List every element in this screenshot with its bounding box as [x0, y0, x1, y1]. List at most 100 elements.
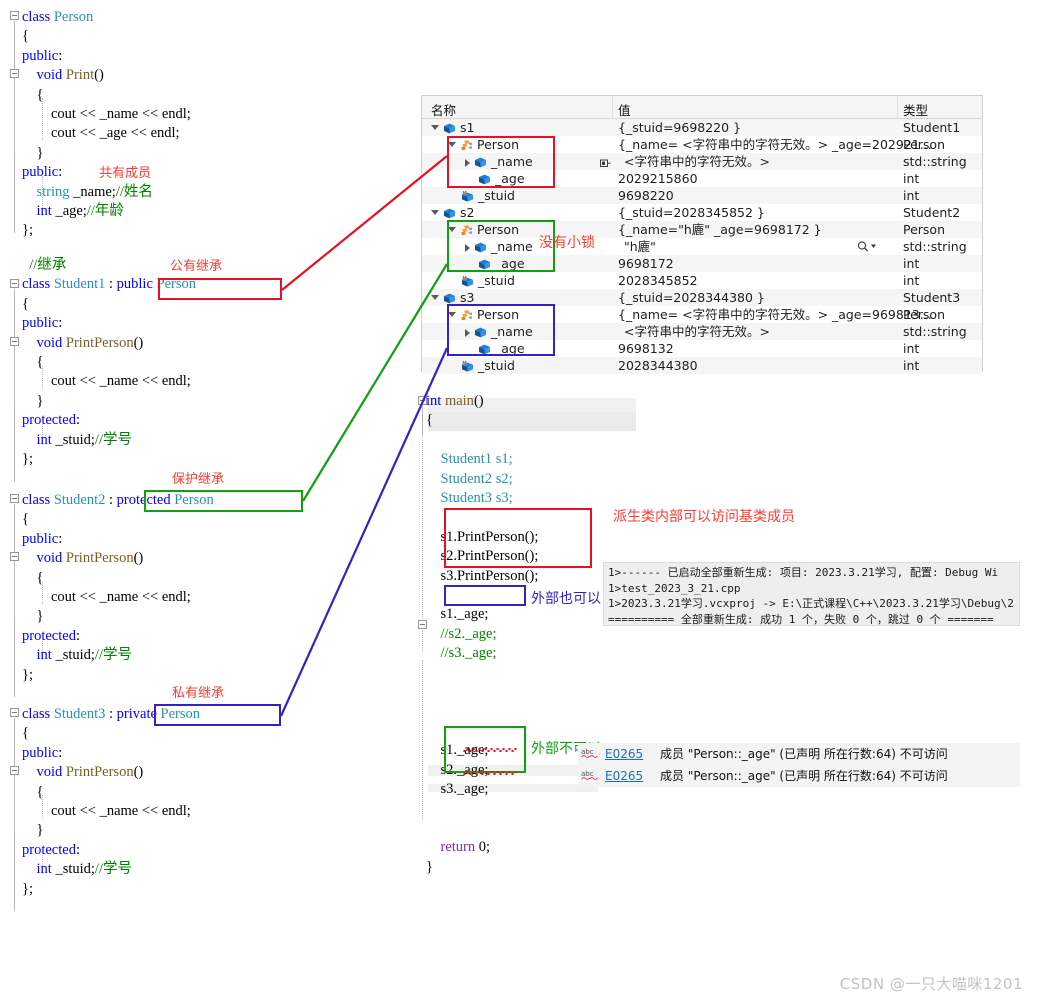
watch-row[interactable]: s2 {_stuid=2028345852 } Student2	[422, 204, 982, 221]
code-line: //s3._age;	[426, 644, 538, 663]
watch-row-name-cell[interactable]: s2	[431, 204, 474, 221]
watch-row-value-cell[interactable]: {_name="h廘" _age=9698172 }	[618, 221, 822, 238]
collapse-toggle-student3[interactable]	[10, 708, 19, 717]
watch-row[interactable]: _stuid 2028345852 int	[422, 272, 982, 289]
code-token: //姓名	[115, 183, 153, 200]
collapse-toggle-person[interactable]	[10, 11, 19, 20]
watch-row-value-cell[interactable]: 9698172	[618, 255, 674, 272]
code-line: cout << _age << endl;	[22, 124, 191, 143]
scope-line-tail	[422, 660, 423, 820]
watch-row[interactable]: _stuid 9698220 int	[422, 187, 982, 204]
scope-line-pp1	[14, 347, 15, 403]
code-token: _stuid;	[51, 861, 95, 878]
code-line: Student1 s1;	[426, 450, 538, 469]
watermark: CSDN @一只大喵咪1201	[839, 975, 1023, 993]
code-token: ()	[133, 550, 144, 567]
watch-row-type-cell: std::string	[903, 324, 967, 339]
watch-row-value-cell[interactable]: 2028344380	[618, 357, 698, 374]
watch-row-value-cell[interactable]: {_stuid=2028345852 }	[618, 204, 765, 221]
code-token: //s3._age;	[426, 645, 497, 662]
error-list-row[interactable]: abc 〜〜 E0265 成员 "Person::_age" (已声明 所在行数:64…	[578, 765, 1020, 787]
code-token: <<	[141, 106, 159, 123]
watch-row-value-cell[interactable]: {_stuid=2028344380 }	[618, 289, 765, 306]
watch-row-name-cell[interactable]: _stuid	[448, 357, 515, 374]
collapse-toggle-printperson2[interactable]	[10, 552, 19, 561]
code-token: class	[22, 276, 54, 293]
watch-row-value-cell[interactable]: 2028345852	[618, 272, 698, 289]
code-line: {	[22, 569, 214, 588]
watch-row-name-cell[interactable]: _stuid	[448, 272, 515, 289]
code-line: class Person	[22, 8, 191, 27]
watch-row-type-cell: Student1	[903, 120, 961, 135]
code-token: }	[22, 608, 44, 625]
watch-row-name-cell[interactable]: _stuid	[448, 187, 515, 204]
error-list[interactable]: abc 〜〜 E0265 成员 "Person::_age" (已声明 所在行数:64…	[578, 743, 1020, 787]
collapse-toggle-student1[interactable]	[10, 279, 19, 288]
watch-row-type-cell: Person	[903, 137, 946, 152]
code-token: _age;	[51, 203, 87, 220]
error-list-row[interactable]: abc 〜〜 E0265 成员 "Person::_age" (已声明 所在行数:64…	[578, 743, 1020, 765]
watch-row-value-cell[interactable]: 2029215860	[618, 170, 698, 187]
expander-expanded-icon[interactable]	[431, 295, 439, 300]
output-line: 1>------ 已启动全部重新生成: 项目: 2023.3.21学习, 配置:…	[608, 566, 999, 579]
code-token: 0;	[478, 839, 491, 856]
code-token: <<	[141, 589, 159, 606]
collapse-toggle-printperson3[interactable]	[10, 766, 19, 775]
code-token: public	[22, 315, 59, 332]
watch-row-value-cell[interactable]: {_name= <字符串中的字符无效。> _age=202921...	[618, 136, 932, 153]
code-token: :	[58, 315, 63, 332]
code-token: cout	[22, 803, 80, 820]
code-token: {	[22, 569, 44, 586]
watch-variable-name: s1	[460, 120, 475, 135]
watch-row-value-cell[interactable]: {_name= <字符串中的字符无效。> _age=969813...	[618, 306, 932, 323]
code-token: _name;	[69, 183, 116, 200]
code-editor-left[interactable]: class Person{public: void Print() { cout…	[0, 0, 410, 911]
code-token: Student2	[440, 470, 496, 487]
code-token: int	[36, 647, 52, 664]
annotation-label-outside-can: 外部也可以	[531, 591, 601, 607]
output-line: 1>2023.3.21学习.vcxproj -> E:\正式课程\C++\202…	[608, 597, 1014, 610]
watch-row-value-cell[interactable]: <字符串中的字符无效。>	[624, 323, 770, 340]
code-token: class	[22, 9, 54, 25]
annotation-label-derived-access: 派生类内部可以访问基类成员	[613, 509, 795, 525]
watch-row-value-cell[interactable]: 9698132	[618, 340, 674, 357]
watch-row-type-cell: Student2	[903, 205, 961, 220]
watch-row-value-cell[interactable]: <字符串中的字符无效。>	[624, 153, 770, 170]
code-token: <<	[79, 373, 96, 390]
error-code-link[interactable]: E0265	[605, 765, 643, 787]
collapse-toggle-printperson1[interactable]	[10, 337, 19, 346]
watch-row-value-cell[interactable]: 9698220	[618, 187, 674, 204]
collapse-toggle-student2[interactable]	[10, 494, 19, 503]
code-token: main	[444, 393, 474, 409]
code-token: s1._age;	[426, 606, 489, 623]
watch-row[interactable]: _stuid 2028344380 int	[422, 357, 982, 374]
watch-row[interactable]: s1 {_stuid=9698220 } Student1	[422, 119, 982, 136]
code-line: {	[22, 724, 200, 743]
build-output-window[interactable]: 1>------ 已启动全部重新生成: 项目: 2023.3.21学习, 配置:…	[603, 562, 1020, 626]
expander-expanded-icon[interactable]	[431, 125, 439, 130]
annotation-box-public-inherit	[158, 278, 282, 300]
column-separator-2[interactable]	[897, 96, 898, 118]
error-code-link[interactable]: E0265	[605, 743, 643, 765]
expander-expanded-icon[interactable]	[431, 210, 439, 215]
code-token: };	[22, 222, 33, 239]
code-token: class	[22, 492, 54, 508]
collapse-toggle-print[interactable]	[10, 69, 19, 78]
student3-code-text: class Student3 : private Person{public: …	[22, 705, 200, 899]
annotation-box-protected-inherit	[144, 490, 303, 512]
code-line: //s2._age;	[426, 625, 538, 644]
watch-row-name-cell[interactable]: s1	[431, 119, 474, 136]
code-token: class	[22, 706, 54, 722]
code-line: {	[426, 411, 538, 430]
column-separator-1[interactable]	[612, 96, 613, 118]
code-line: int main()	[426, 392, 538, 411]
annotation-label-private-inherit: 私有继承	[172, 686, 225, 701]
watch-row-value-cell[interactable]: "h廘"	[624, 238, 656, 255]
code-token: cout	[22, 589, 80, 606]
code-token: }	[426, 858, 433, 875]
watch-row-value-cell[interactable]: {_stuid=9698220 }	[618, 119, 741, 136]
